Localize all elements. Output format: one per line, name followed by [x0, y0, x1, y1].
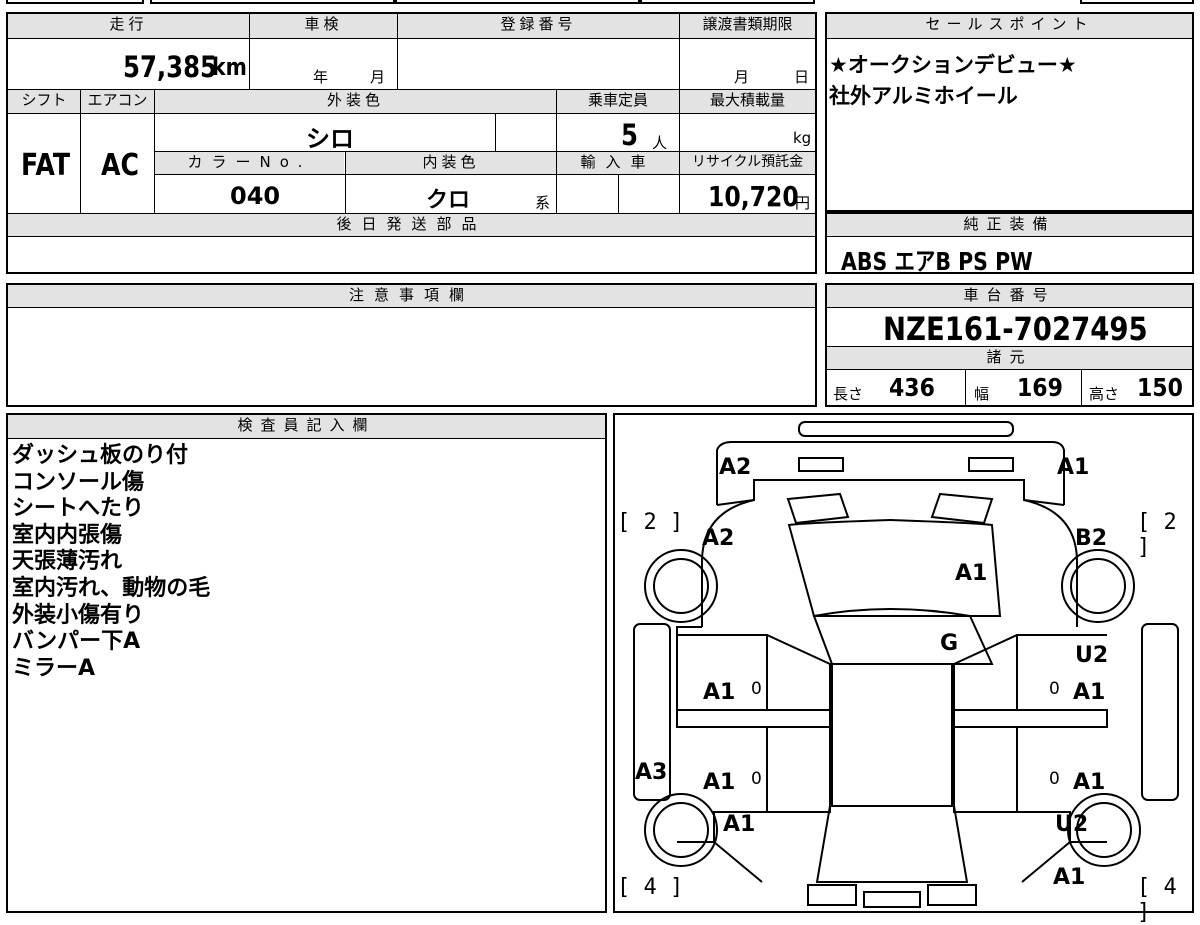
max-load-unit: kg [793, 129, 812, 147]
chassis-box: 車台番号 NZE161-7027495 諸元 長さ 436 幅 169 高さ 1… [825, 283, 1194, 407]
height-label: 高さ [1089, 385, 1120, 403]
top-strip-cell-2 [150, 0, 395, 4]
inspection-header: 車検 [250, 14, 397, 38]
top-strip-cell-4 [640, 0, 815, 4]
width-label: 幅 [974, 385, 990, 403]
color-no-value: 040 [230, 182, 281, 210]
door-zero-mark: 0 [751, 769, 762, 789]
ac-header: エアコン [81, 90, 154, 113]
damage-code-label: A1 [703, 770, 736, 795]
inspector-note-line: バンパー下A [12, 629, 141, 655]
import-header: 輸入車 [557, 152, 679, 174]
mileage-value: 57,385 [123, 50, 218, 84]
damage-code-label: U2 [1055, 812, 1089, 837]
later-parts-header: 後日発送部品 [8, 214, 815, 236]
damage-code-label: A1 [1053, 865, 1086, 890]
damage-code-label: A1 [703, 680, 736, 705]
tire-count-bracket: [ 2 ] [1137, 510, 1177, 560]
interior-color-suffix: 系 [535, 194, 551, 212]
transfer-month: 月 [734, 68, 750, 86]
damage-diagram-box: A2 A1 A2 B2 A1 G U2 A1 A1 A3 A1 A1 A1 U2… [613, 413, 1194, 925]
inspector-note-line: シートへたり [12, 496, 145, 522]
chassis-number-header: 車台番号 [827, 285, 1192, 307]
inspection-year: 年 [313, 68, 329, 86]
notes-box: 注意事項欄 [6, 283, 817, 407]
mileage-header: 走行 [8, 14, 249, 38]
standard-equipment-box: 純正装備 ABS エアB PS PW [825, 212, 1194, 276]
interior-color-header: 内装色 [346, 152, 556, 174]
interior-color-value: クロ [426, 188, 471, 213]
damage-code-label: A3 [635, 760, 668, 785]
capacity-value: 5 [621, 118, 638, 152]
ac-value: AC [101, 148, 139, 183]
inspector-note-line: ダッシュ板のり付 [12, 443, 189, 468]
inspector-note-line: 外装小傷有り [12, 602, 145, 628]
inspector-notes-box: 検査員記入欄 ダッシュ板のり付 コンソール傷 シートへたり 室内内張傷 天張薄汚… [6, 413, 607, 913]
shift-header: シフト [8, 90, 80, 113]
length-label: 長さ [833, 385, 864, 403]
inspector-note-line: ミラーA [12, 655, 96, 681]
width-value: 169 [1017, 373, 1063, 402]
transfer-day: 日 [794, 68, 810, 86]
top-strip-cell-1 [6, 0, 144, 4]
damage-code-label: A1 [955, 561, 988, 586]
door-zero-mark: 0 [1049, 679, 1060, 699]
recycle-fee-unit: 円 [795, 194, 811, 212]
damage-code-label: A2 [702, 526, 735, 551]
recycle-fee-header: リサイクル預託金 [680, 152, 815, 174]
damage-code-label: A1 [1073, 770, 1106, 795]
standard-equipment-header: 純正装備 [827, 214, 1192, 236]
inspector-note-line: コンソール傷 [12, 469, 145, 495]
inspection-month: 月 [370, 68, 386, 86]
notes-header: 注意事項欄 [8, 285, 815, 307]
capacity-unit: 人 [652, 134, 668, 152]
chassis-number-value: NZE161-7027495 [883, 310, 1148, 348]
recycle-fee-value: 10,720 [708, 180, 799, 213]
door-zero-mark: 0 [1049, 769, 1060, 789]
vehicle-info-table: 走行 車検 登録番号 譲渡書類期限 57,385 km 年 月 月 日 シフト … [6, 12, 817, 274]
tire-count-bracket: [ 4 ] [617, 875, 684, 900]
damage-code-label: U2 [1075, 643, 1109, 668]
mileage-unit: km [212, 53, 247, 81]
damage-code-label: A1 [723, 812, 756, 837]
inspector-notes-header: 検査員記入欄 [8, 415, 605, 438]
sales-point-header: セールスポイント [827, 14, 1192, 38]
shift-value: FAT [21, 148, 71, 183]
capacity-header: 乗車定員 [557, 90, 679, 113]
tire-count-bracket: [ 4 ] [1137, 875, 1177, 925]
transfer-deadline-header: 譲渡書類期限 [680, 14, 815, 38]
inspector-note-line: 天張薄汚れ [12, 549, 123, 575]
length-value: 436 [889, 373, 935, 402]
exterior-color-header: 外装色 [155, 90, 556, 113]
color-no-header: カラーNo. [155, 152, 344, 174]
exterior-color-value: シロ [306, 125, 354, 153]
door-zero-mark: 0 [751, 679, 762, 699]
registration-header: 登録番号 [398, 14, 679, 38]
standard-equipment-value: ABS エアB PS PW [841, 247, 1033, 276]
sales-point-line-1: ★オークションデビュー★ [829, 53, 1077, 77]
damage-code-label: A1 [1057, 455, 1090, 480]
inspector-note-line: 室内内張傷 [12, 522, 123, 548]
top-strip-cell-3 [395, 0, 640, 4]
top-strip-cell-5 [1080, 0, 1194, 4]
damage-code-label: A1 [1073, 680, 1106, 705]
damage-code-label: A2 [719, 455, 752, 480]
tire-count-bracket: [ 2 ] [617, 510, 684, 535]
specs-header: 諸元 [827, 347, 1192, 369]
damage-code-label: G [940, 631, 959, 656]
sales-point-line-2: 社外アルミホイール [829, 84, 1018, 108]
inspector-note-line: 室内汚れ、動物の毛 [12, 575, 211, 601]
max-load-header: 最大積載量 [680, 90, 815, 113]
height-value: 150 [1137, 373, 1183, 402]
damage-code-label: B2 [1075, 526, 1108, 551]
sales-point-box: セールスポイント ★オークションデビュー★ 社外アルミホイール [825, 12, 1194, 212]
